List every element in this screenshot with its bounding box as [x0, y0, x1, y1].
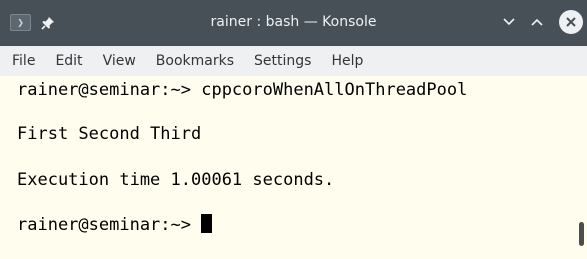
menu-settings[interactable]: Settings	[244, 46, 321, 76]
terminal-area[interactable]: rainer@seminar:~> cppcoroWhenAllOnThread…	[0, 76, 587, 259]
terminal-line-prompt: rainer@seminar:~>	[17, 213, 213, 237]
terminal-line-command: rainer@seminar:~> cppcoroWhenAllOnThread…	[17, 80, 468, 100]
menu-bookmarks[interactable]: Bookmarks	[146, 46, 244, 76]
menu-file[interactable]: File	[0, 46, 45, 76]
close-icon[interactable]	[559, 10, 583, 34]
menu-edit[interactable]: Edit	[45, 46, 92, 76]
title-bar[interactable]: ❯ rainer : bash — Konsole	[0, 0, 587, 46]
prompt-text: rainer@seminar:~>	[17, 215, 202, 235]
terminal-line-output: First Second Third	[17, 124, 202, 144]
titlebar-right-controls	[503, 10, 583, 34]
konsole-window: ❯ rainer : bash — Konsole File Edit View…	[0, 0, 587, 259]
menu-bar: File Edit View Bookmarks Settings Help	[0, 46, 587, 76]
menu-view[interactable]: View	[93, 46, 146, 76]
text-cursor	[201, 214, 213, 233]
terminal-line-timing: Execution time 1.00061 seconds.	[17, 170, 335, 190]
scrollbar-handle[interactable]	[579, 222, 584, 246]
window-title: rainer : bash — Konsole	[210, 14, 377, 30]
maximize-icon[interactable]	[531, 18, 543, 26]
menu-help[interactable]: Help	[321, 46, 373, 76]
minimize-icon[interactable]	[503, 18, 515, 26]
